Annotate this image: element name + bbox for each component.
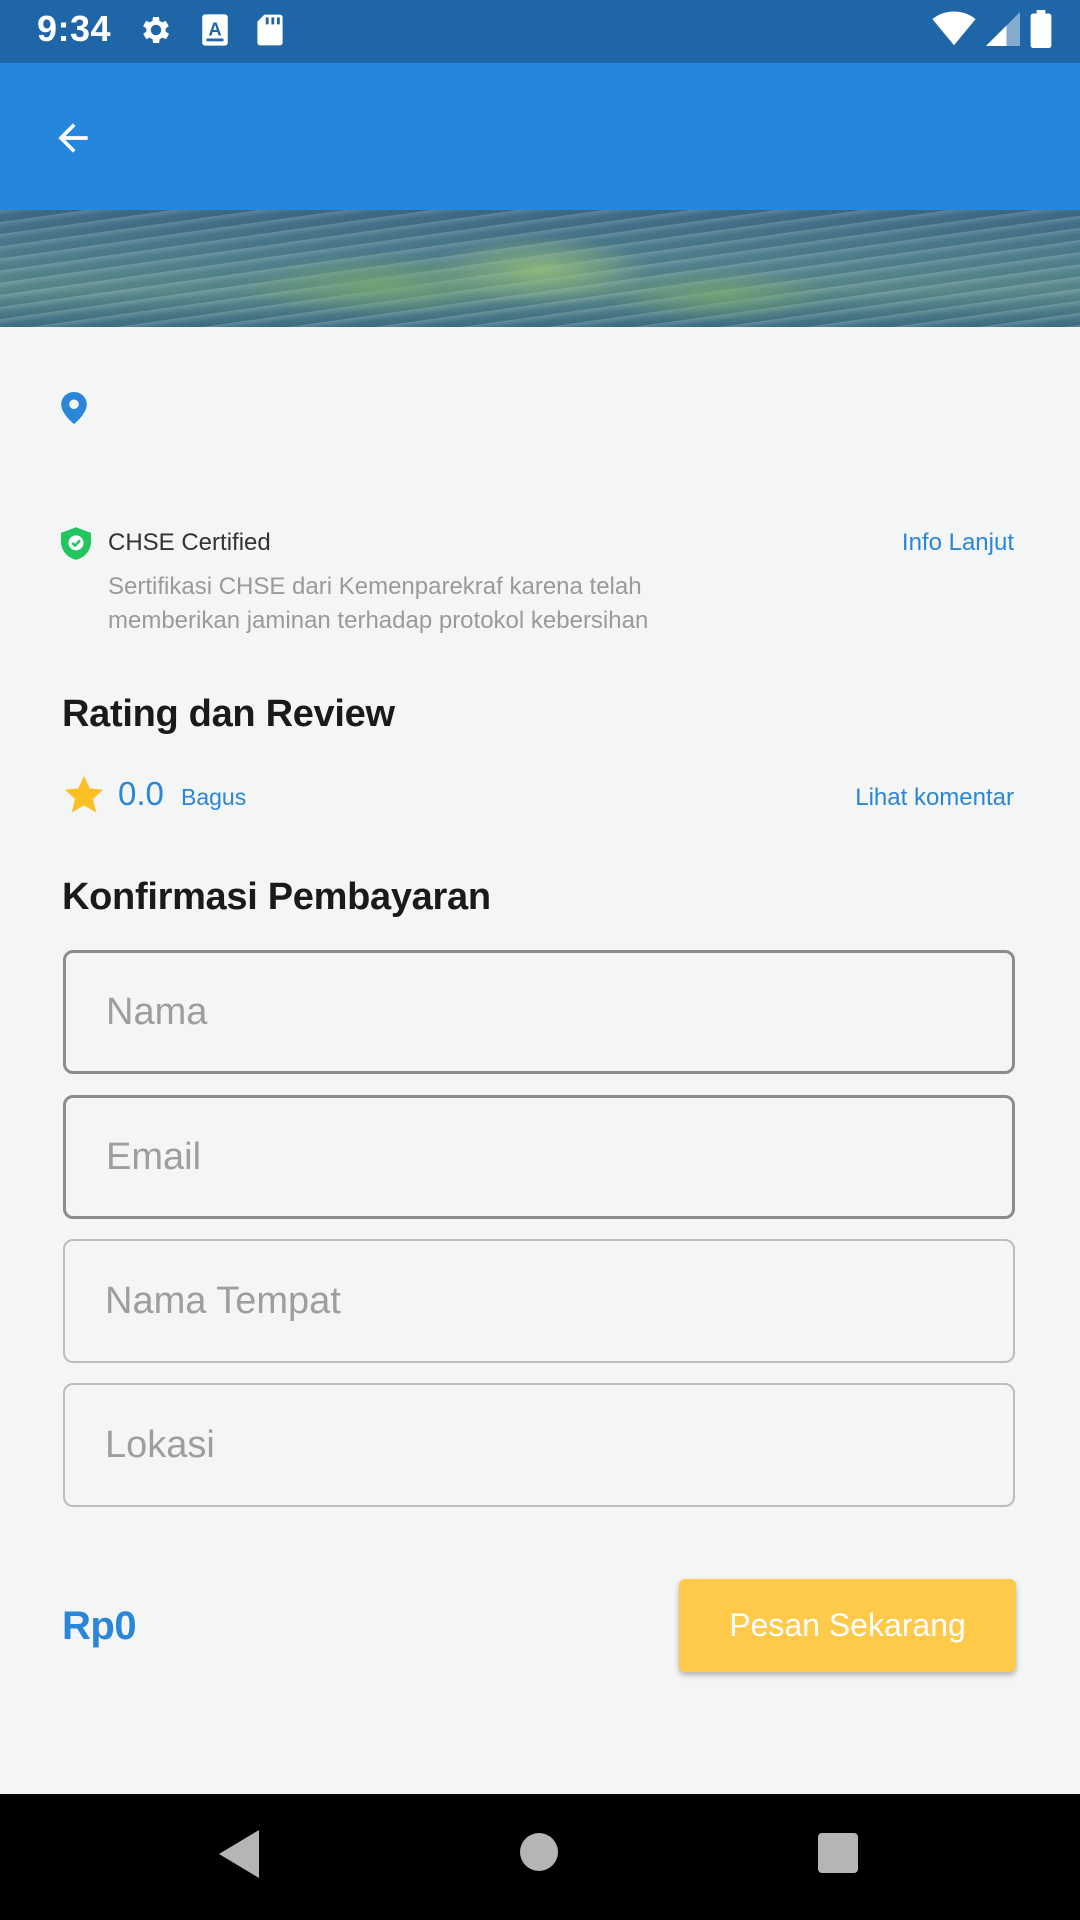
a-box-icon: A (202, 14, 228, 46)
location-input[interactable] (65, 1385, 1013, 1505)
chse-title: CHSE Certified (108, 529, 271, 556)
rating-value: 0.0 (118, 775, 164, 812)
place-name-input[interactable] (65, 1241, 1013, 1361)
nav-recents-icon[interactable] (818, 1833, 858, 1873)
location-field (63, 1383, 1015, 1507)
rating-label: Bagus (181, 784, 247, 810)
name-field (63, 950, 1015, 1074)
hero-image (0, 210, 1080, 327)
payment-section-title: Konfirmasi Pembayaran (62, 876, 491, 918)
see-comments-link[interactable]: Lihat komentar (855, 784, 1014, 812)
chse-description: Sertifikasi CHSE dari Kemenparekraf kare… (108, 573, 649, 634)
email-input[interactable] (66, 1098, 1012, 1216)
rating-section-title: Rating dan Review (62, 693, 395, 735)
signal-icon (986, 12, 1020, 46)
status-icons-right (932, 10, 1052, 48)
battery-icon (1030, 10, 1052, 48)
location-pin-icon (61, 392, 87, 424)
shield-check-icon (61, 527, 91, 560)
svg-text:A: A (208, 19, 221, 40)
info-lanjut-link[interactable]: Info Lanjut (902, 529, 1014, 557)
arrow-left-icon (58, 123, 88, 153)
star-icon (64, 775, 104, 813)
nav-back-icon[interactable] (218, 1830, 260, 1878)
status-bar: 9:34 A (0, 0, 1080, 63)
nav-home-icon[interactable] (520, 1833, 558, 1871)
email-field (63, 1095, 1015, 1219)
wifi-icon (932, 11, 976, 46)
back-button[interactable] (38, 103, 108, 173)
total-price: Rp0 (62, 1604, 137, 1648)
navigation-bar (0, 1794, 1080, 1920)
gear-icon (143, 16, 170, 44)
status-icons-left: A (138, 12, 284, 48)
place-name-field (63, 1239, 1015, 1363)
sd-card-icon (257, 14, 283, 46)
order-now-button[interactable]: Pesan Sekarang (679, 1579, 1016, 1672)
name-input[interactable] (66, 953, 1012, 1071)
status-time: 9:34 (37, 8, 112, 49)
app-bar (0, 63, 1080, 210)
